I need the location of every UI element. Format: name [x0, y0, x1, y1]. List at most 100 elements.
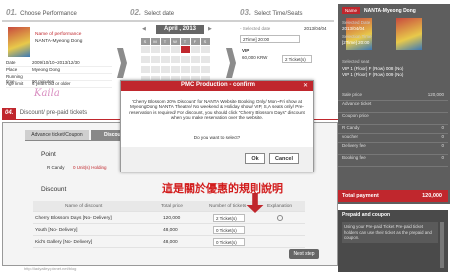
calendar-day[interactable]	[180, 55, 190, 63]
table-row: Cherry Blossom Days [No- Delivery] 120,0…	[33, 213, 305, 224]
poster-image	[8, 27, 30, 57]
table-row: Youth [No- Delivery] 48,000 0 Ticket(s)	[33, 225, 305, 236]
time-select[interactable]: 2Time] 20:00	[240, 35, 300, 43]
annotation-text: 這是關於優惠的規則說明	[162, 183, 283, 195]
weekday-header: T	[160, 37, 170, 45]
prepaid-panel: Prepaid and coupon Using your Pre-paid T…	[338, 210, 448, 272]
step-3-header: 03. Select Time/Seats	[236, 6, 332, 20]
dialog-cancel-button[interactable]: Cancel	[269, 153, 299, 164]
tab-advance-ticket[interactable]: Advance ticket/Coupon	[25, 130, 89, 140]
sidebar-row-coupon: Coupon price	[338, 113, 448, 125]
step-1-header: 01. Choose Performance	[2, 6, 114, 20]
performance-name-label: Name of performance	[35, 32, 82, 37]
prepaid-text: Using your Pre-paid Ticket Pre-paid tick…	[342, 222, 438, 243]
dialog-title: PMC Production - confirm	[181, 82, 255, 88]
prepaid-scrollbar[interactable]	[440, 222, 444, 268]
calendar-day[interactable]	[190, 55, 200, 63]
weekday-header: S	[140, 37, 150, 45]
calendar-day[interactable]	[200, 65, 210, 73]
sidebar-time-label: Selection Time	[342, 34, 372, 39]
performance-name-value: NANTA-Myeong Dong	[35, 39, 83, 44]
weekday-header: T	[180, 37, 190, 45]
prepaid-title: Prepaid and coupon	[342, 212, 391, 218]
calendar-day[interactable]	[180, 65, 190, 73]
step-3-number: 03.	[240, 8, 252, 17]
calendar-next-button[interactable]: ▶	[208, 26, 212, 32]
total-payment-label: Total payment	[342, 193, 379, 199]
calendar-day[interactable]	[200, 55, 210, 63]
calendar-month: April , 2013	[156, 25, 204, 34]
discount-ticket-select[interactable]: 2 Ticket(s)	[213, 214, 245, 222]
sidebar-name-label: Name	[342, 7, 361, 14]
discount-table-header: Name of discount Total price Number of t…	[33, 201, 305, 212]
dialog-message: 'Cherry Blossom 20% Discount' for NANTA …	[129, 99, 305, 121]
step-2-header: 02. Select date	[126, 6, 232, 20]
calendar-day[interactable]	[150, 45, 160, 53]
dialog-ok-button[interactable]: Ok	[245, 153, 265, 164]
step-1-number: 01.	[6, 8, 18, 17]
discount-price: 120,000	[163, 216, 181, 221]
explanation-icon[interactable]	[277, 215, 283, 221]
calendar-day[interactable]	[160, 65, 170, 73]
sidebar-row-rcandy: R Candy 0	[338, 125, 448, 134]
calendar-day-selected[interactable]	[180, 45, 190, 53]
calendar-day[interactable]	[150, 65, 160, 73]
weekday-header: F	[190, 37, 200, 45]
calendar-day[interactable]	[170, 65, 180, 73]
ticket-count-select[interactable]: 2 Ticket(s)	[282, 55, 312, 63]
weekday-header: W	[170, 37, 180, 45]
performance-info-table: Date 2009/10/10~2013/12/30 Place Myeong Do…	[6, 60, 112, 88]
calendar-day[interactable]	[160, 55, 170, 63]
calendar-day[interactable]	[150, 55, 160, 63]
sidebar-seat: VIP 1 (Floor) F (Row) 008 (No)	[342, 66, 404, 71]
discount-name: Youth [No- Delivery]	[35, 228, 78, 233]
step-4-number: 04.	[2, 108, 17, 119]
calendar-day[interactable]	[140, 45, 150, 53]
discount-price: 48,000	[163, 240, 178, 245]
calendar-day[interactable]	[200, 45, 210, 53]
calendar-day[interactable]	[190, 65, 200, 73]
calendar-day[interactable]	[170, 45, 180, 53]
sidebar-row-advance-ticket: Advance ticket	[338, 101, 448, 113]
dialog-close-icon[interactable]: ✕	[303, 82, 308, 89]
step-4-label: Discount/ pre-paid tickets	[19, 110, 88, 116]
performance-panel: Name of performance NANTA-Myeong Dong Da…	[2, 24, 116, 108]
discount-ticket-select[interactable]: 0 Ticket(s)	[213, 226, 245, 234]
discount-ticket-select[interactable]: 0 Ticket(s)	[213, 238, 245, 246]
calendar-day[interactable]	[140, 55, 150, 63]
calendar-day[interactable]	[140, 65, 150, 73]
dialog-question: Do you want to select?	[193, 135, 241, 140]
step-arrow-1	[117, 48, 127, 78]
selected-date-value: 2013/04/04	[304, 26, 327, 31]
sidebar-row-sale-price: Sale price 120,000	[338, 92, 448, 101]
total-payment-value: 120,000	[422, 193, 442, 199]
step-3-label: Select Time/Seats	[254, 11, 303, 17]
step-1-label: Choose Performance	[20, 11, 77, 17]
sidebar-poster	[396, 18, 422, 50]
sidebar-seat: VIP 1 (Floor) F (Row) 009 (No)	[342, 72, 404, 77]
info-row: Date 2009/10/10~2013/12/30	[6, 60, 112, 67]
info-row: Running time 90 minutes	[6, 74, 112, 84]
confirm-dialog: PMC Production - confirm ✕ 'Cherry Bloss…	[120, 80, 314, 172]
calendar-day[interactable]	[160, 45, 170, 53]
calendar-prev-button[interactable]: ◀	[142, 26, 146, 32]
info-row: Age limit 6 years old or older	[6, 81, 112, 88]
total-payment-bar: Total payment 120,000	[338, 190, 448, 202]
watermark-logo: Kaila	[34, 88, 60, 99]
sidebar-row-voucher: voucher 0	[338, 134, 448, 143]
calendar-day[interactable]	[190, 45, 200, 53]
calendar-day[interactable]	[170, 55, 180, 63]
table-row: Kid's Gallery [No- Delivery] 48,000 0 Ti…	[33, 237, 305, 248]
discount-name: Kid's Gallery [No- Delivery]	[35, 240, 93, 245]
rcandy-value: 0 Unit(s) Holding	[73, 165, 107, 170]
weekday-header: S	[200, 37, 210, 45]
next-step-button[interactable]: Next step	[289, 249, 319, 259]
sidebar-date-label: Selected Date	[342, 20, 371, 25]
seat-class: VIP	[242, 48, 250, 53]
step-2-number: 02.	[130, 8, 142, 17]
sidebar-row-delivery: Delivery fee 0	[338, 143, 448, 155]
seat-price: 60,000 KRW	[242, 55, 268, 60]
point-title: Point	[41, 151, 56, 158]
rcandy-label: R Candy	[47, 165, 65, 170]
sidebar-date-value: 2013/04/04	[342, 26, 365, 31]
